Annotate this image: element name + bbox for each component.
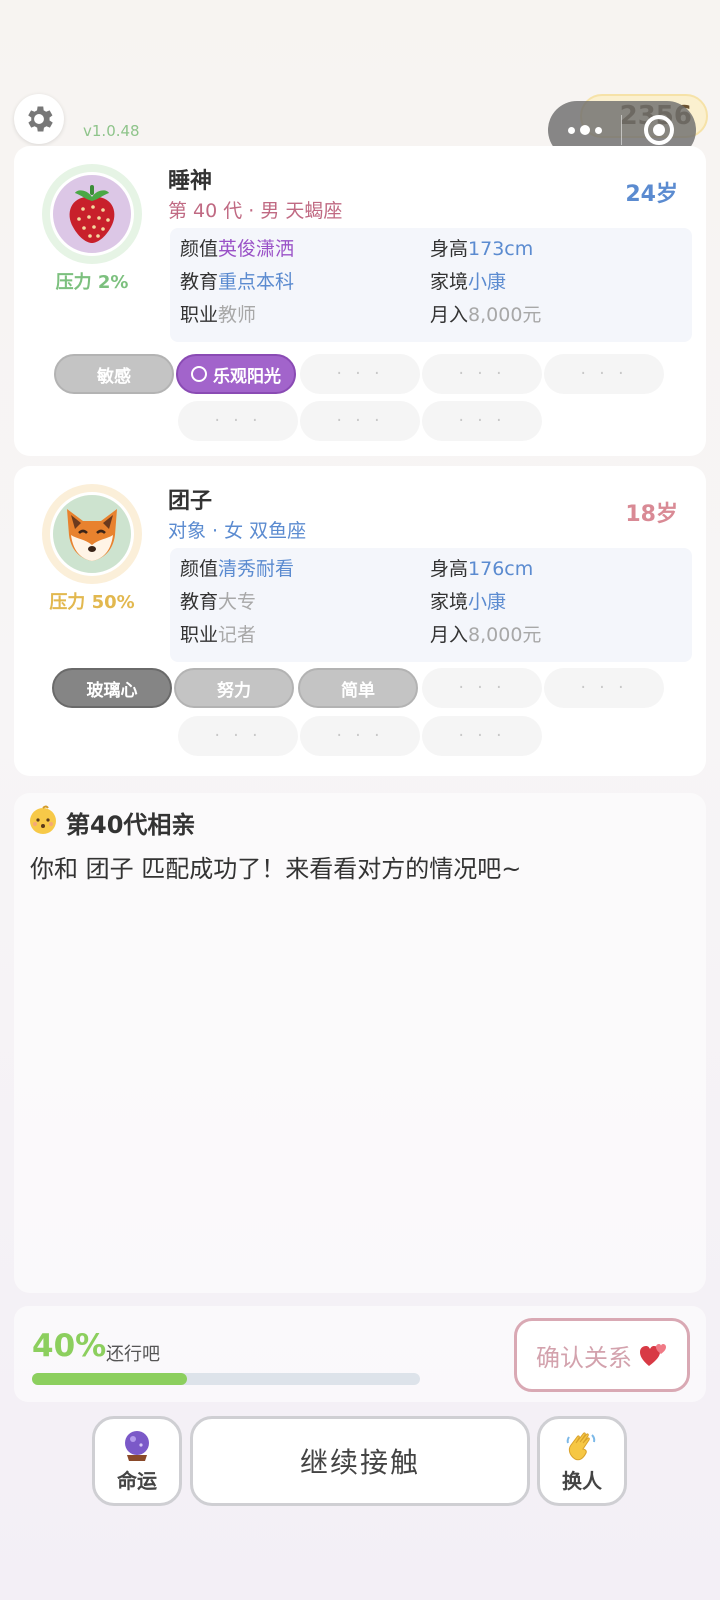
partner-tag[interactable]: 玻璃心	[52, 668, 172, 708]
partner-tag-empty: · · ·	[544, 668, 664, 708]
player-avatar-ring	[42, 164, 142, 264]
partner-card: 压力 50% 团子 对象 · 女 双鱼座 18岁 颜值清秀耐看 身高176cm …	[14, 466, 706, 776]
player-stats-panel: 颜值英俊潇洒 身高173cm 教育重点本科 家境小康 职业教师 月入8,000元	[170, 228, 692, 342]
player-tag-empty: · · ·	[300, 354, 420, 394]
partner-subtitle: 对象 · 女 双鱼座	[168, 520, 307, 542]
crystal-ball-icon	[125, 1430, 149, 1461]
player-pressure: 压力 2%	[55, 272, 129, 293]
waving-hand-icon	[566, 1431, 596, 1460]
player-tag-empty: · · ·	[422, 401, 542, 441]
partner-tag-empty: · · ·	[178, 716, 298, 756]
partner-stat-height: 身高176cm	[430, 558, 534, 580]
switch-person-button[interactable]: 换人	[537, 1416, 627, 1506]
partner-pressure: 压力 50%	[49, 592, 135, 613]
strawberry-icon	[69, 185, 115, 243]
player-tag-empty: · · ·	[422, 354, 542, 394]
version-label: v1.0.48	[83, 122, 140, 140]
player-subtitle: 第 40 代 · 男 天蝎座	[168, 200, 343, 222]
confirm-relationship-button[interactable]: 确认关系	[514, 1318, 690, 1392]
progress-percent: 40%	[32, 1328, 107, 1364]
partner-tag-empty: · · ·	[300, 716, 420, 756]
continue-contact-button[interactable]: 继续接触	[190, 1416, 530, 1506]
switch-label: 换人	[562, 1468, 602, 1493]
partner-stat-income: 月入8,000元	[430, 624, 542, 646]
log-message: 你和 团子 匹配成功了！来看看对方的情况吧~	[30, 855, 522, 883]
fate-label: 命运	[117, 1468, 157, 1493]
partner-stat-looks: 颜值清秀耐看	[180, 558, 295, 580]
partner-avatar[interactable]	[50, 492, 134, 576]
progress-bar	[32, 1373, 420, 1385]
partner-stat-job: 职业记者	[180, 624, 257, 646]
dot-icon	[579, 125, 590, 135]
progress-label: 还行吧	[106, 1344, 160, 1365]
player-tag-empty: · · ·	[178, 401, 298, 441]
player-tag-empty: · · ·	[300, 401, 420, 441]
player-stat-looks: 颜值英俊潇洒	[180, 238, 295, 260]
partner-tag[interactable]: 努力	[174, 668, 294, 708]
player-stat-height: 身高173cm	[430, 238, 534, 260]
partner-name: 团子	[168, 489, 213, 514]
hearts-icon	[640, 1344, 666, 1366]
partner-stat-education: 教育大专	[180, 591, 257, 613]
player-stat-income: 月入8,000元	[430, 304, 542, 326]
gear-icon	[28, 106, 53, 132]
target-icon	[644, 115, 674, 145]
radio-icon	[191, 366, 207, 382]
baby-face-icon	[30, 805, 56, 834]
player-tag[interactable]: 敏感	[54, 354, 174, 394]
player-stat-job: 职业教师	[180, 304, 257, 326]
player-age: 24岁	[625, 182, 678, 207]
player-name: 睡神	[168, 169, 213, 194]
event-log-panel: 第40代相亲 你和 团子 匹配成功了！来看看对方的情况吧~	[14, 793, 706, 1293]
dot-icon	[594, 126, 602, 134]
fox-icon	[67, 509, 117, 561]
dot-icon	[567, 126, 575, 134]
progress-bar-fill	[32, 1373, 188, 1385]
partner-stats-panel: 颜值清秀耐看 身高176cm 教育大专 家境小康 职业记者 月入8,000元	[170, 548, 692, 662]
fate-button[interactable]: 命运	[92, 1416, 182, 1506]
log-title: 第40代相亲	[66, 811, 196, 839]
partner-age: 18岁	[625, 502, 678, 527]
player-card: 压力 2% 睡神 第 40 代 · 男 天蝎座 24岁 颜值英俊潇洒 身高173…	[14, 146, 706, 456]
partner-stat-family: 家境小康	[430, 591, 507, 613]
player-stat-education: 教育重点本科	[180, 271, 295, 293]
player-avatar[interactable]	[50, 172, 134, 256]
player-stat-family: 家境小康	[430, 271, 507, 293]
player-tag-empty: · · ·	[544, 354, 664, 394]
continue-label: 继续接触	[299, 1446, 420, 1479]
partner-tag-empty: · · ·	[422, 668, 542, 708]
partner-avatar-ring	[42, 484, 142, 584]
player-tag-selected[interactable]: 乐观阳光	[176, 354, 296, 394]
partner-tag[interactable]: 简单	[298, 668, 418, 708]
settings-button[interactable]	[14, 94, 64, 144]
partner-tag-empty: · · ·	[422, 716, 542, 756]
